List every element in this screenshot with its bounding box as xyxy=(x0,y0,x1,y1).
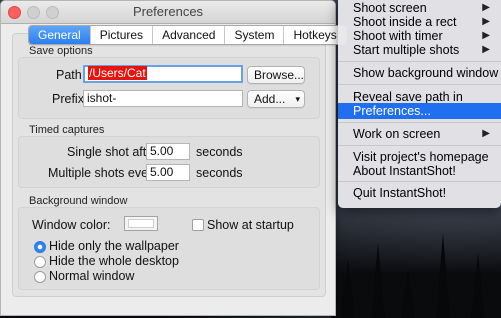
radio-hide-wallpaper-label: Hide only the wallpaper xyxy=(49,239,179,253)
radio-hide-desktop[interactable] xyxy=(34,256,46,268)
tab-advanced[interactable]: Advanced xyxy=(152,26,224,44)
single-shot-unit: seconds xyxy=(196,145,243,159)
tab-content-panel: Save options Path /Users/Cat Browse... P… xyxy=(12,33,326,297)
tab-pictures[interactable]: Pictures xyxy=(89,26,152,44)
prefix-label: Prefix xyxy=(52,92,84,106)
instantshot-menu: Shoot screen ▶ Shoot inside a rect ▶ Shoot… xyxy=(338,0,501,208)
radio-hide-desktop-label: Hide the whole desktop xyxy=(49,254,179,268)
save-options-group: Path /Users/Cat Browse... Prefix ishot- … xyxy=(18,57,320,119)
path-value: /Users/Cat xyxy=(88,66,147,80)
path-field[interactable]: /Users/Cat xyxy=(83,65,243,83)
menu-item-show-background[interactable]: Show background window xyxy=(338,65,501,81)
window-color-well[interactable] xyxy=(124,216,158,231)
timed-captures-label: Timed captures xyxy=(29,124,105,136)
menu-separator xyxy=(338,122,501,123)
background-window-group: Window color: Show at startup Hide only … xyxy=(18,207,320,290)
submenu-arrow-icon: ▶ xyxy=(482,128,490,139)
multiple-shots-label: Multiple shots every xyxy=(48,166,159,180)
background-window-label: Background window xyxy=(29,195,128,207)
show-at-startup-label: Show at startup xyxy=(207,218,294,232)
save-options-label: Save options xyxy=(29,45,93,57)
add-button-label: Add... xyxy=(254,92,286,106)
menu-item-about[interactable]: About InstantShot! xyxy=(338,163,501,179)
radio-hide-wallpaper[interactable] xyxy=(34,241,46,253)
menu-separator xyxy=(338,61,501,62)
radio-normal-window-label: Normal window xyxy=(49,269,135,283)
radio-normal-window[interactable] xyxy=(34,271,46,283)
menu-item-preferences[interactable]: Preferences... xyxy=(338,103,501,119)
menu-separator xyxy=(338,145,501,146)
submenu-arrow-icon: ▶ xyxy=(482,44,490,55)
tab-bar: General Pictures Advanced System Hotkeys xyxy=(28,25,347,45)
add-button[interactable]: Add... ▾ xyxy=(247,90,305,108)
menu-item-work-on-screen[interactable]: Work on screen ▶ xyxy=(338,126,501,142)
multiple-shots-unit: seconds xyxy=(196,166,243,180)
path-label: Path xyxy=(56,68,82,82)
browse-button[interactable]: Browse... xyxy=(247,66,305,84)
show-at-startup-checkbox[interactable] xyxy=(192,219,204,231)
tab-hotkeys[interactable]: Hotkeys xyxy=(283,26,345,44)
menu-item-multiple-shots[interactable]: Start multiple shots ▶ xyxy=(338,42,501,58)
tab-system[interactable]: System xyxy=(224,26,283,44)
window-color-label: Window color: xyxy=(32,218,111,232)
single-shot-field[interactable]: 5.00 xyxy=(146,143,190,160)
multiple-shots-field[interactable]: 5.00 xyxy=(146,164,190,181)
preferences-window: Preferences Save options Path /Users/Cat… xyxy=(0,0,347,316)
menu-item-quit[interactable]: Quit InstantShot! xyxy=(338,185,501,201)
window-title: Preferences xyxy=(132,4,204,19)
chevron-down-icon: ▾ xyxy=(295,94,300,104)
menu-separator xyxy=(338,181,501,182)
single-shot-label: Single shot after xyxy=(67,145,158,159)
tree-silhouette xyxy=(331,208,501,318)
timed-captures-group: Single shot after 5.00 seconds Multiple … xyxy=(18,136,320,188)
title-bar: Preferences xyxy=(1,1,335,24)
tab-general[interactable]: General xyxy=(29,26,90,44)
menu-separator xyxy=(338,84,501,85)
prefix-field[interactable]: ishot- xyxy=(83,90,243,107)
